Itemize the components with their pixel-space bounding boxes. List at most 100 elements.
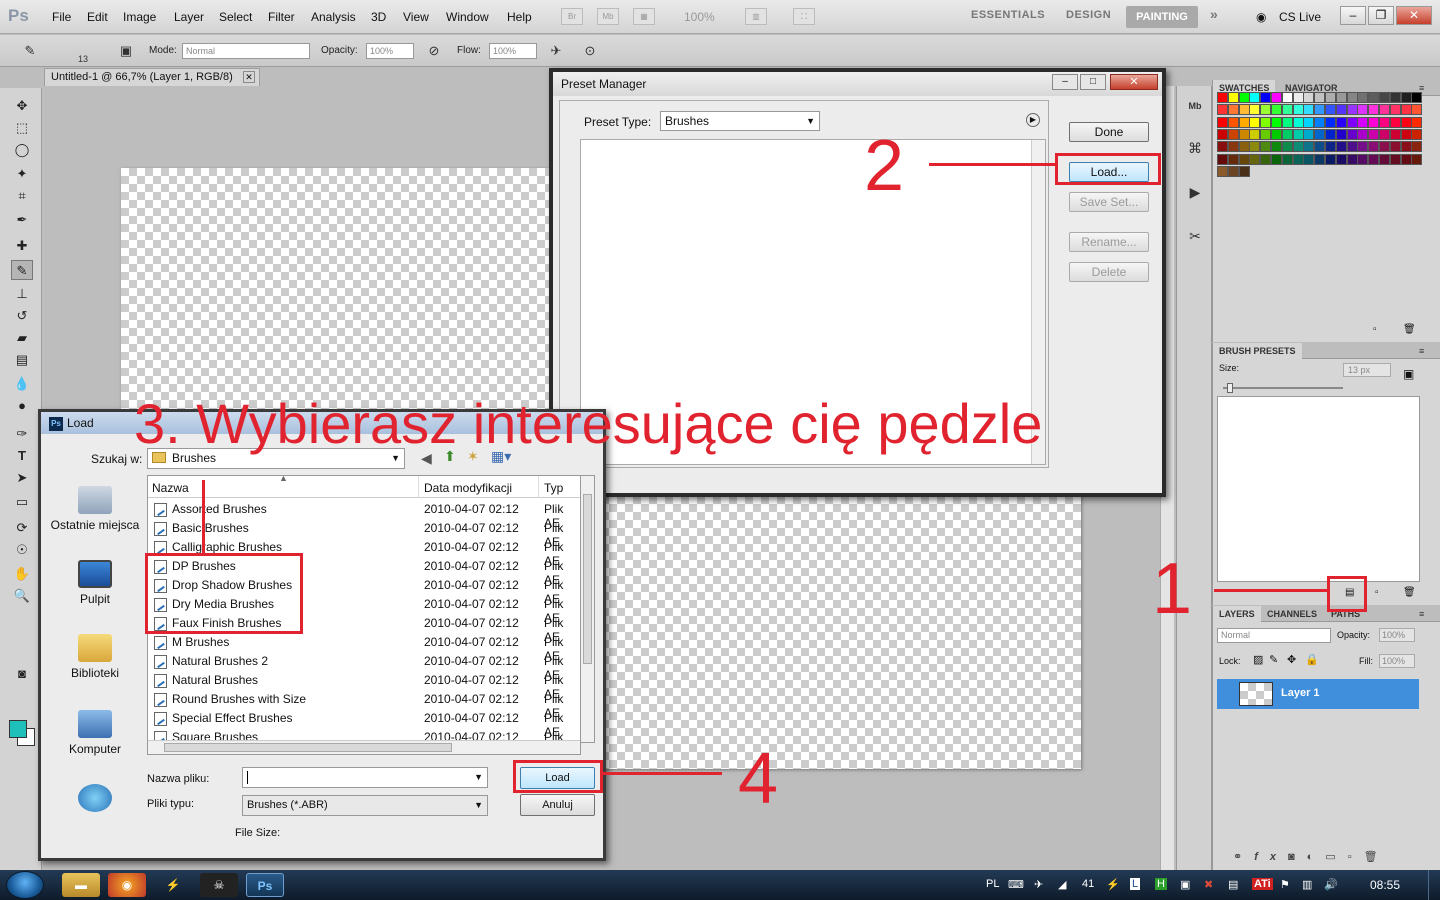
color-swatch[interactable] <box>1292 92 1304 103</box>
tray-ati-logo-icon[interactable]: ATi <box>1252 878 1273 890</box>
color-swatch[interactable] <box>1292 104 1304 116</box>
color-swatch[interactable] <box>1292 116 1304 128</box>
new-layer-icon[interactable]: ▫ <box>1348 851 1364 863</box>
color-swatch[interactable] <box>1357 141 1369 153</box>
quick-selection-tool-icon[interactable]: ✦ <box>11 164 33 184</box>
color-swatch[interactable] <box>1271 92 1282 103</box>
clock[interactable]: 08:55 <box>1370 878 1400 892</box>
move-tool-icon[interactable]: ✥ <box>11 96 33 116</box>
color-swatch[interactable] <box>1346 153 1358 165</box>
color-swatch[interactable] <box>1357 104 1369 116</box>
color-swatch[interactable] <box>1314 141 1326 153</box>
lasso-tool-icon[interactable]: ◯ <box>11 140 33 160</box>
color-swatch[interactable] <box>1400 128 1412 140</box>
tray-tools-icon[interactable]: ✖ <box>1204 878 1213 891</box>
color-swatch[interactable] <box>1249 92 1261 103</box>
color-swatch[interactable] <box>1411 141 1423 153</box>
new-brush-icon[interactable]: ▫ <box>1375 587 1379 598</box>
place-network[interactable] <box>45 784 145 816</box>
color-swatch[interactable] <box>1379 141 1390 153</box>
color-swatch[interactable] <box>1238 92 1250 103</box>
delete-button[interactable]: Delete <box>1069 262 1149 282</box>
brush-tool-icon[interactable]: ✎ <box>11 260 33 280</box>
color-swatch[interactable] <box>1303 104 1315 116</box>
fx-icon[interactable]: fx <box>1254 851 1288 863</box>
restore-button[interactable]: ❐ <box>1368 6 1394 25</box>
column-date[interactable]: Data modyfikacji <box>424 481 512 495</box>
color-swatch[interactable] <box>1357 128 1369 140</box>
color-swatch[interactable] <box>1227 141 1239 153</box>
horizontal-scrollbar[interactable] <box>148 740 580 754</box>
preset-menu-icon[interactable]: ▶ <box>1026 113 1040 127</box>
color-swatch[interactable] <box>1400 141 1412 153</box>
tray-l-icon[interactable]: L <box>1130 878 1141 890</box>
column-type[interactable]: Typ <box>544 481 563 495</box>
color-swatch[interactable] <box>1249 153 1261 165</box>
crop-tool-icon[interactable]: ⌗ <box>11 186 33 206</box>
color-swatch[interactable] <box>1411 153 1423 165</box>
tray-h-icon[interactable]: H <box>1155 878 1167 890</box>
size-slider-handle[interactable] <box>1227 383 1233 393</box>
color-swatch[interactable] <box>1217 165 1228 177</box>
winamp-taskbar-icon[interactable]: ⚡ <box>154 873 192 897</box>
pen-tool-icon[interactable]: ✑ <box>11 424 33 444</box>
tab-layers[interactable]: LAYERS <box>1213 606 1261 622</box>
color-swatch[interactable] <box>1379 92 1390 103</box>
3d-orbit-tool-icon[interactable]: ☉ <box>11 540 33 560</box>
workspace-essentials[interactable]: ESSENTIALS <box>971 9 1045 21</box>
lock-pixels-icon[interactable]: ✎ <box>1269 653 1278 666</box>
color-swatch[interactable] <box>1411 104 1423 116</box>
color-swatch[interactable] <box>1227 128 1239 140</box>
color-swatch[interactable] <box>1271 153 1282 165</box>
blur-tool-icon[interactable]: 💧 <box>11 374 33 394</box>
arrange-documents-icon[interactable]: ▥ <box>745 8 767 25</box>
lock-all-icon[interactable]: 🔒 <box>1305 653 1319 666</box>
color-swatch[interactable] <box>1271 141 1282 153</box>
color-swatch[interactable] <box>1314 116 1326 128</box>
adjustment-layer-icon[interactable]: ◐ <box>1307 851 1326 863</box>
color-swatch[interactable] <box>1314 92 1326 103</box>
swatch-grid[interactable] <box>1217 92 1423 192</box>
brush-preset-list[interactable] <box>1217 396 1420 582</box>
tray-signal-icon[interactable]: ◢ <box>1058 878 1066 891</box>
color-swatch[interactable] <box>1260 92 1272 103</box>
menu-image[interactable]: Image <box>123 10 156 24</box>
color-swatch[interactable] <box>1346 141 1358 153</box>
color-swatch[interactable] <box>1335 128 1347 140</box>
panel-menu-icon[interactable]: ≡ <box>1413 606 1430 622</box>
close-button[interactable]: ✕ <box>1396 6 1432 25</box>
color-swatch[interactable] <box>1346 104 1358 116</box>
tool-presets-panel-icon[interactable]: ✂ <box>1183 224 1207 248</box>
keyboard-icon[interactable]: ⌨ <box>1008 878 1024 891</box>
save-set-button[interactable]: Save Set... <box>1069 192 1149 212</box>
file-row[interactable]: Basic Brushes 2010-04-07 02:12 Plik AE <box>148 519 578 549</box>
color-swatch[interactable] <box>1314 128 1326 140</box>
color-swatch[interactable] <box>1227 116 1239 128</box>
color-swatch[interactable] <box>1325 116 1336 128</box>
mode-select[interactable]: Normal <box>182 43 310 59</box>
mini-bridge-icon[interactable]: Mb <box>597 8 619 25</box>
tray-ati-icon[interactable]: ▤ <box>1228 878 1238 891</box>
tab-channels[interactable]: CHANNELS <box>1261 606 1323 622</box>
place-recent[interactable]: Ostatnie miejsca <box>45 486 145 532</box>
pressure-opacity-icon[interactable]: ⊘ <box>424 42 444 60</box>
workspace-painting[interactable]: PAINTING <box>1126 6 1198 28</box>
color-swatch[interactable] <box>1314 153 1326 165</box>
color-swatch[interactable] <box>1400 104 1412 116</box>
place-computer[interactable]: Komputer <box>45 710 145 756</box>
close-document-icon[interactable]: ✕ <box>243 71 255 83</box>
shape-tool-icon[interactable]: ▭ <box>11 492 33 512</box>
menu-help[interactable]: Help <box>507 10 532 24</box>
color-swatch[interactable] <box>1227 165 1239 177</box>
size-slider[interactable] <box>1223 387 1343 389</box>
preset-type-select[interactable]: Brushes ▼ <box>660 111 820 131</box>
size-field[interactable]: 13 px <box>1343 363 1391 377</box>
color-swatch[interactable] <box>1292 141 1304 153</box>
color-swatch[interactable] <box>1217 128 1228 140</box>
bridge-icon[interactable]: Br <box>561 8 583 25</box>
color-swatch[interactable] <box>1389 104 1401 116</box>
rename-button[interactable]: Rename... <box>1069 232 1149 252</box>
color-swatch[interactable] <box>1271 104 1282 116</box>
lock-transparency-icon[interactable]: ▨ <box>1253 653 1263 666</box>
show-desktop-button[interactable] <box>1428 870 1440 900</box>
